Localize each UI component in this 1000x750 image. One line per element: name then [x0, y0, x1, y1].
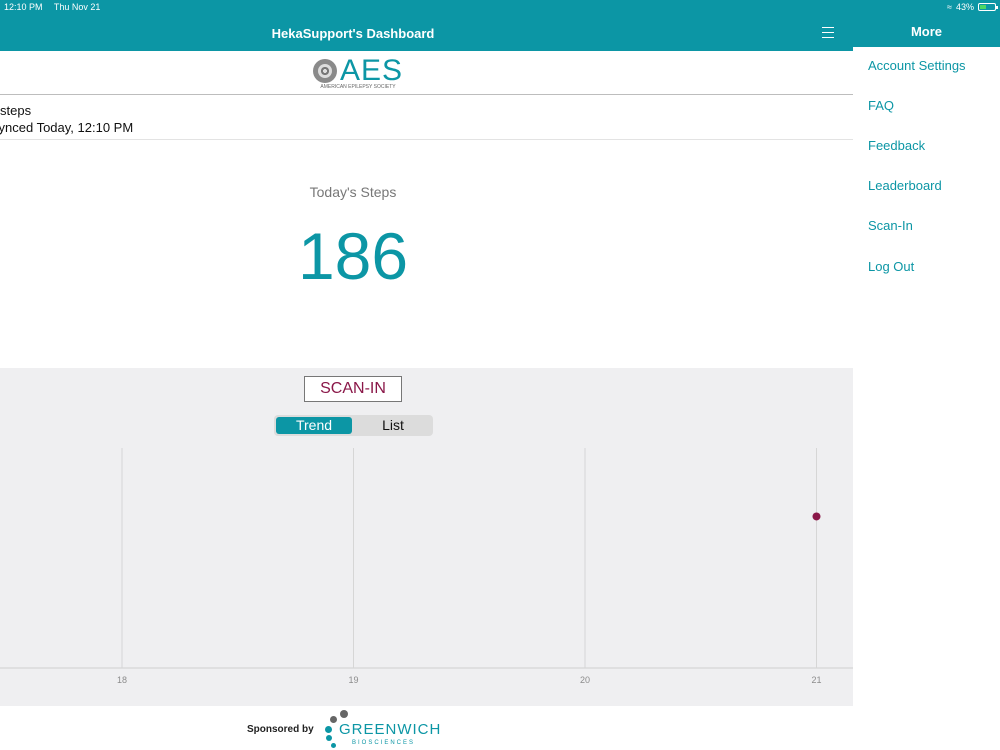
status-date: Thu Nov 21 [53, 2, 101, 12]
greenwich-name: GREENWICH [339, 721, 442, 738]
x-tick-label: 20 [580, 675, 590, 685]
scan-in-button[interactable]: SCAN-IN [304, 376, 402, 402]
chart-x-axis: 18 19 20 21 [117, 675, 822, 685]
x-tick-label: 19 [348, 675, 358, 685]
todays-steps-value: 186 [297, 219, 409, 293]
sponsored-by-label: Sponsored by [247, 724, 314, 735]
hamburger-icon[interactable] [822, 27, 834, 39]
view-toggle: Trend List [274, 415, 433, 436]
side-menu-title: More [910, 24, 943, 39]
dashboard-header: HekaSupport's Dashboard [0, 0, 853, 51]
menu-item-faq[interactable]: FAQ [868, 98, 894, 113]
side-menu: More Account Settings FAQ Feedback Leade… [853, 0, 1000, 750]
status-bar-left: 12:10 PM Thu Nov 21 [4, 2, 109, 12]
brain-icon [313, 59, 337, 83]
aes-logo: AES AMERICAN EPILEPSY SOCIETY [313, 54, 404, 91]
aes-logo-text: AES [340, 54, 404, 87]
trend-section: SCAN-IN Trend List 18 19 20 21 [0, 368, 853, 706]
last-synced: synced Today, 12:10 PM [0, 120, 134, 135]
list-tab[interactable]: List [354, 417, 432, 434]
status-bar-right: ≈ 43% [947, 2, 998, 12]
battery-icon [978, 3, 998, 11]
aes-logo-subtitle: AMERICAN EPILEPSY SOCIETY [320, 84, 396, 90]
menu-item-log-out[interactable]: Log Out [868, 259, 914, 274]
sync-summary: steps synced Today, 12:10 PM [0, 95, 853, 140]
summary-steps: steps [0, 103, 32, 118]
trend-tab[interactable]: Trend [276, 417, 352, 434]
menu-item-leaderboard[interactable]: Leaderboard [868, 178, 942, 193]
todays-steps-label: Today's Steps [309, 184, 397, 200]
menu-item-account-settings[interactable]: Account Settings [868, 58, 966, 73]
x-tick-label: 21 [811, 675, 821, 685]
wifi-icon: ≈ [947, 2, 952, 12]
dashboard-panel: HekaSupport's Dashboard AES AMERICAN EPI… [0, 0, 853, 750]
greenwich-logo: GREENWICH BIOSCIENCES [322, 710, 452, 750]
menu-item-feedback[interactable]: Feedback [868, 138, 925, 153]
battery-percent: 43% [955, 2, 974, 12]
sponsor-footer: Sponsored by GREENWICH BIOSCIENCES [0, 706, 853, 750]
greenwich-subtitle: BIOSCIENCES [352, 740, 416, 746]
dashboard-title: HekaSupport's Dashboard [271, 26, 435, 41]
data-point[interactable] [812, 512, 821, 521]
menu-item-scan-in[interactable]: Scan-In [868, 218, 913, 233]
chart-grid [0, 448, 853, 669]
x-tick-label: 18 [117, 675, 127, 685]
logo-bar: AES AMERICAN EPILEPSY SOCIETY [0, 51, 853, 95]
chart-points [812, 512, 821, 521]
steps-trend-chart: 18 19 20 21 [0, 448, 853, 685]
status-time: 12:10 PM [4, 2, 43, 12]
